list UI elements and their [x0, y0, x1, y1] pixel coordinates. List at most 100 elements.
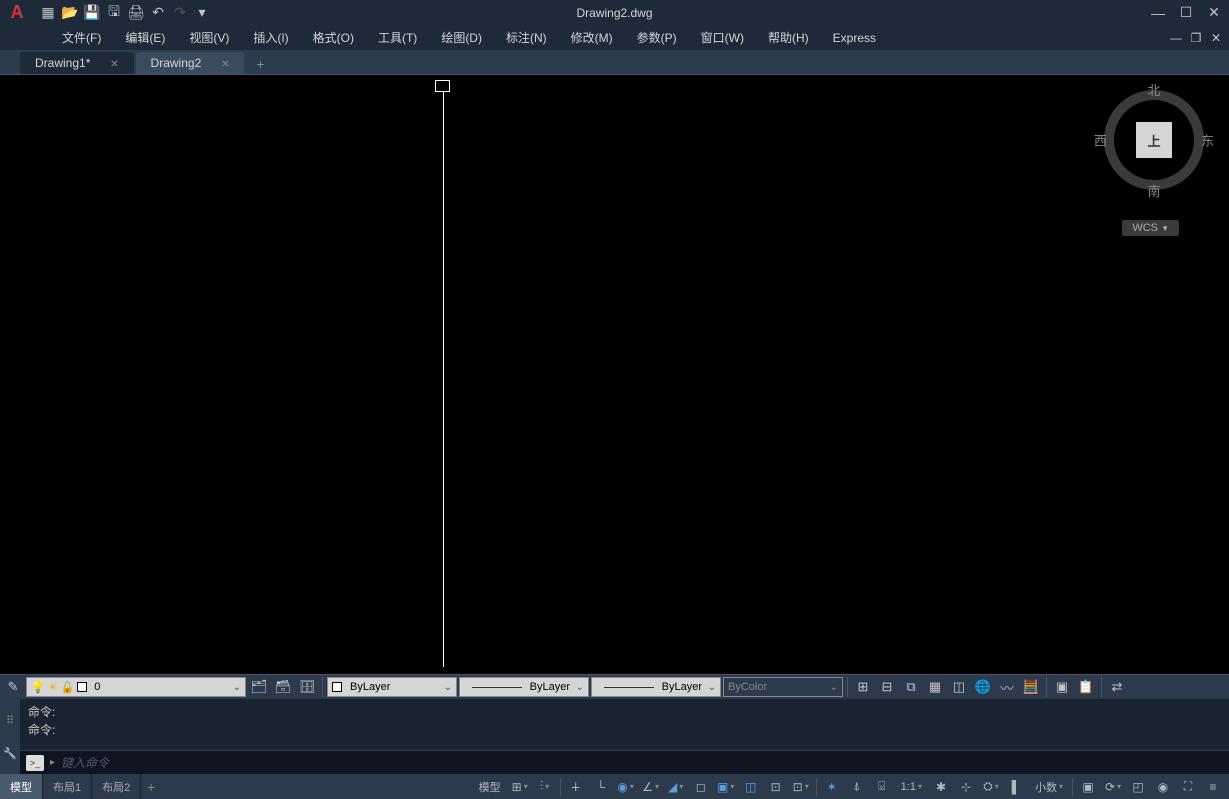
- command-input[interactable]: [61, 756, 1223, 770]
- viewcube-top-face[interactable]: 上: [1136, 122, 1172, 158]
- dynamic-ucs-icon[interactable]: ⍋: [845, 776, 869, 798]
- menu-parametric[interactable]: 参数(P): [625, 26, 689, 49]
- selection-cycling-icon[interactable]: ⊡▾: [789, 776, 813, 798]
- menu-help[interactable]: 帮助(H): [756, 26, 821, 49]
- qat-dropdown-icon[interactable]: ▾: [193, 4, 211, 22]
- customize-icon[interactable]: 🔧: [3, 747, 17, 760]
- hardware-accel-icon[interactable]: ◉: [1151, 776, 1175, 798]
- menu-modify[interactable]: 修改(M): [559, 26, 625, 49]
- snap-mode-icon[interactable]: ⫶▾: [533, 776, 557, 798]
- layout-tab-1[interactable]: 布局1: [43, 774, 92, 799]
- ortho-mode-icon[interactable]: ◉▾: [614, 776, 638, 798]
- doc-minimize-icon[interactable]: —: [1168, 30, 1184, 46]
- sheet-icon[interactable]: 🌐: [972, 677, 994, 697]
- open-icon[interactable]: 📂: [61, 4, 79, 22]
- close-button[interactable]: ✕: [1204, 3, 1224, 23]
- menu-view[interactable]: 视图(V): [177, 26, 241, 49]
- menu-dimension[interactable]: 标注(N): [494, 26, 559, 49]
- tab-close-icon[interactable]: ×: [221, 55, 229, 71]
- selection-filter-icon[interactable]: ⍌: [870, 776, 894, 798]
- quick-properties-icon[interactable]: ▣: [1076, 776, 1100, 798]
- app-logo-icon[interactable]: A: [5, 1, 29, 25]
- units-display[interactable]: 小数▾: [1029, 776, 1069, 798]
- polar-tracking-icon[interactable]: ∠▾: [639, 776, 663, 798]
- drawing-canvas[interactable]: [0, 75, 1229, 674]
- linetype-selector[interactable]: ByLayer ⌄: [459, 677, 589, 697]
- doc-close-icon[interactable]: ✕: [1208, 30, 1224, 46]
- layout-tabs: 模型 布局1 布局2 +: [0, 774, 161, 799]
- osnap-2d-icon[interactable]: ▣▾: [714, 776, 738, 798]
- transparency-selector[interactable]: ByColor ⌄: [723, 677, 843, 697]
- doc-restore-icon[interactable]: ❐: [1188, 30, 1204, 46]
- annotation-scale[interactable]: 1:1▾: [895, 776, 928, 798]
- grid-display-icon[interactable]: ⊞▾: [508, 776, 532, 798]
- menu-tools[interactable]: 工具(T): [366, 26, 429, 49]
- list-icon[interactable]: ⊞: [852, 677, 874, 697]
- menu-edit[interactable]: 编辑(E): [113, 26, 177, 49]
- menu-draw[interactable]: 绘图(D): [429, 26, 494, 49]
- saveas-icon[interactable]: 🖫: [105, 4, 123, 22]
- auto-scale-icon[interactable]: ⊹: [954, 776, 978, 798]
- viewcube-south[interactable]: 南: [1147, 181, 1160, 200]
- layout-tab-model[interactable]: 模型: [0, 774, 43, 799]
- menu-express[interactable]: Express: [821, 28, 888, 48]
- markup-icon[interactable]: 〰: [996, 677, 1018, 697]
- gallery-icon[interactable]: ▦: [924, 677, 946, 697]
- color-selector[interactable]: ByLayer ⌄: [327, 677, 457, 697]
- layer-previous-icon[interactable]: 🗃: [272, 677, 294, 697]
- add-layout-button[interactable]: +: [141, 779, 161, 795]
- layout-tab-2[interactable]: 布局2: [92, 774, 141, 799]
- undo-icon[interactable]: ↶: [149, 4, 167, 22]
- save-icon[interactable]: 💾: [83, 4, 101, 22]
- modelspace-button[interactable]: 模型: [473, 776, 507, 798]
- 3d-osnap-icon[interactable]: ✶: [820, 776, 844, 798]
- calc-icon[interactable]: 🧮: [1020, 677, 1042, 697]
- isometric-icon[interactable]: ◢▾: [664, 776, 688, 798]
- document-tab[interactable]: Drawing2 ×: [136, 52, 245, 74]
- isolate-icon[interactable]: ◰: [1126, 776, 1150, 798]
- viewcube-west[interactable]: 西: [1094, 131, 1107, 150]
- layer-selector[interactable]: 💡☀🔓 0 ⌄: [26, 677, 246, 697]
- palette-icon[interactable]: ◫: [948, 677, 970, 697]
- dynamic-input-icon[interactable]: └: [589, 776, 613, 798]
- tab-close-icon[interactable]: ×: [110, 55, 118, 71]
- osnap-tracking-icon[interactable]: ◻: [689, 776, 713, 798]
- viewcube[interactable]: 上 北 南 西 东: [1099, 85, 1209, 195]
- layer-properties-icon[interactable]: ✎: [2, 677, 24, 697]
- new-icon[interactable]: ▦: [39, 4, 57, 22]
- clean-screen-icon[interactable]: ⛶: [1176, 776, 1200, 798]
- drag-grip-icon[interactable]: ⠿: [6, 714, 14, 727]
- command-handle[interactable]: ⠿ 🔧: [0, 699, 20, 774]
- menu-file[interactable]: 文件(F): [50, 26, 113, 49]
- block-icon[interactable]: ▣: [1051, 677, 1073, 697]
- command-history[interactable]: 命令: 命令:: [20, 699, 1229, 750]
- new-tab-button[interactable]: +: [250, 54, 270, 74]
- viewcube-north[interactable]: 北: [1147, 80, 1160, 99]
- maximize-button[interactable]: ☐: [1176, 3, 1196, 23]
- viewcube-east[interactable]: 东: [1201, 131, 1214, 150]
- paste-icon[interactable]: 📋: [1075, 677, 1097, 697]
- wcs-dropdown[interactable]: WCS ▼: [1122, 220, 1179, 236]
- annotation-monitor-icon[interactable]: ▌: [1004, 776, 1028, 798]
- grid-icon[interactable]: ⊟: [876, 677, 898, 697]
- transparency-icon[interactable]: ⊡: [764, 776, 788, 798]
- menu-window[interactable]: 窗口(W): [689, 26, 756, 49]
- layer-match-icon[interactable]: 🗂: [248, 677, 270, 697]
- annotation-visibility-icon[interactable]: ✱: [929, 776, 953, 798]
- workspace-icon[interactable]: ⛭▾: [979, 776, 1003, 798]
- match-prop-icon[interactable]: ⇄: [1106, 677, 1128, 697]
- infer-constraint-icon[interactable]: ∔: [564, 776, 588, 798]
- tool-icon[interactable]: ⧉: [900, 677, 922, 697]
- minimize-button[interactable]: —: [1148, 3, 1168, 23]
- layer-state-icon[interactable]: 🗄: [296, 677, 318, 697]
- menu-insert[interactable]: 插入(I): [241, 26, 300, 49]
- lineweight-display-icon[interactable]: ◫: [739, 776, 763, 798]
- lock-ui-icon[interactable]: ⟳▾: [1101, 776, 1125, 798]
- command-prompt-icon[interactable]: >_: [26, 755, 44, 771]
- chevron-right-icon: ▸: [50, 757, 55, 768]
- lineweight-selector[interactable]: ByLayer ⌄: [591, 677, 721, 697]
- menu-format[interactable]: 格式(O): [301, 26, 366, 49]
- print-icon[interactable]: 🖨: [127, 4, 145, 22]
- document-tab[interactable]: Drawing1* ×: [20, 52, 134, 74]
- customize-status-icon[interactable]: ≡: [1201, 776, 1225, 798]
